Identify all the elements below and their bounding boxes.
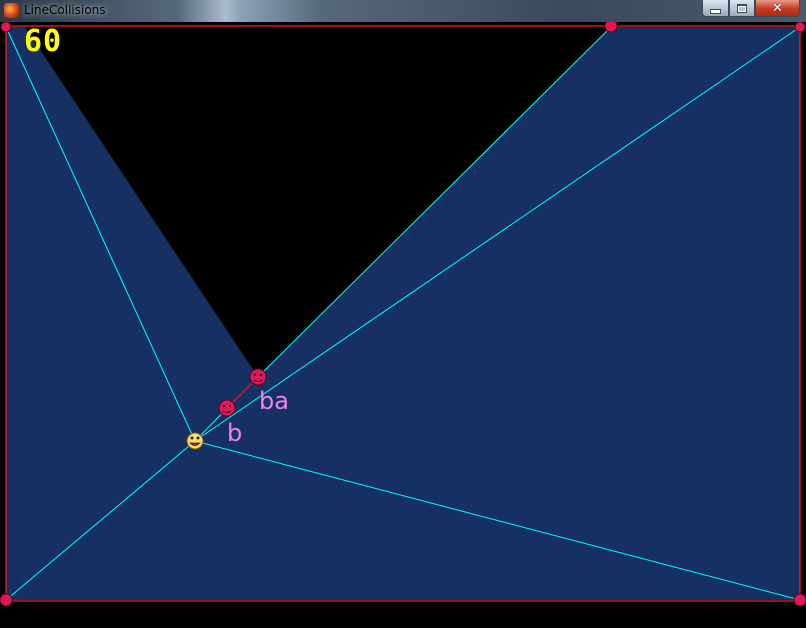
close-button[interactable]: ✕ <box>755 0 800 17</box>
title-bar[interactable]: LineCollisions ✕ <box>0 0 806 22</box>
minimize-icon <box>710 8 721 14</box>
marker-top-edge <box>604 22 618 33</box>
maximize-icon <box>737 3 747 13</box>
corner-marker-top-right <box>794 22 806 33</box>
corner-marker-bottom-left <box>0 593 13 607</box>
corner-marker-bottom-right <box>793 593 806 607</box>
fps-counter: 60 <box>24 24 63 59</box>
game-app-icon[interactable] <box>4 3 19 18</box>
obstacle-endpoint-ba[interactable] <box>249 368 267 386</box>
viewer-face[interactable] <box>186 432 204 450</box>
window-title: LineCollisions <box>24 3 106 17</box>
corner-marker-top-left <box>0 22 12 33</box>
game-canvas[interactable]: 60 ba b <box>0 22 806 628</box>
scene-svg <box>0 22 806 607</box>
game-window: LineCollisions ✕ 60 ba b <box>0 0 806 628</box>
obstacle-endpoint-b[interactable] <box>218 399 236 417</box>
label-b: b <box>227 419 243 447</box>
maximize-button[interactable] <box>729 0 755 17</box>
label-ba: ba <box>259 387 289 415</box>
minimize-button[interactable] <box>702 0 729 17</box>
lit-region <box>6 27 800 600</box>
close-icon: ✕ <box>772 0 783 16</box>
